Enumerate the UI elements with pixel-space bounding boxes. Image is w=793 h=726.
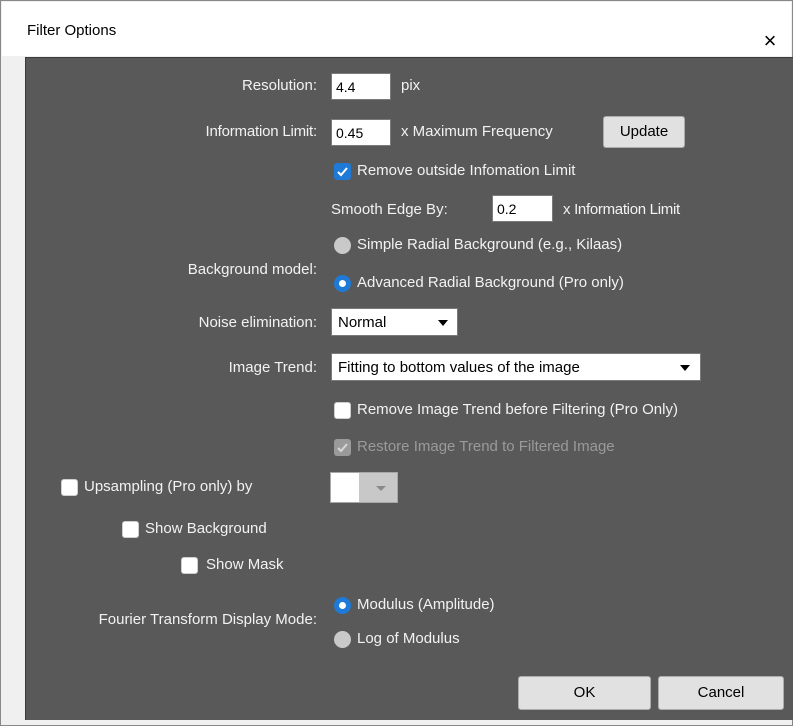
dialog-content: Resolution: 4.4 pix Information Limit: 0…	[25, 57, 793, 720]
smooth-edge-unit: x Information Limit	[563, 201, 680, 218]
modulus-radio[interactable]	[334, 597, 351, 614]
show-mask-label: Show Mask	[206, 556, 284, 573]
ok-button[interactable]: OK	[518, 676, 651, 710]
information-limit-label: Information Limit:	[205, 123, 318, 140]
fourier-mode-label: Fourier Transform Display Mode:	[98, 611, 317, 628]
restore-trend-checkbox[interactable]	[334, 439, 351, 456]
simple-radial-radio[interactable]	[334, 237, 351, 254]
chevron-down-icon	[376, 486, 386, 491]
smooth-edge-label: Smooth Edge By:	[331, 201, 448, 218]
remove-trend-checkbox[interactable]	[334, 402, 351, 419]
restore-trend-label: Restore Image Trend to Filtered Image	[357, 438, 615, 455]
upsampling-dropdown[interactable]	[330, 472, 398, 503]
noise-elimination-value: Normal	[338, 314, 387, 331]
modulus-label: Modulus (Amplitude)	[357, 596, 495, 613]
image-trend-label: Image Trend:	[228, 359, 317, 376]
dialog-title: Filter Options	[27, 22, 117, 39]
noise-elimination-dropdown[interactable]: Normal	[331, 308, 458, 336]
information-limit-input[interactable]: 0.45	[331, 119, 391, 146]
information-limit-unit: x Maximum Frequency	[401, 123, 553, 140]
simple-radial-label: Simple Radial Background (e.g., Kilaas)	[357, 236, 623, 253]
remove-outside-checkbox[interactable]	[334, 163, 351, 180]
resolution-label: Resolution:	[241, 77, 317, 94]
noise-elimination-label: Noise elimination:	[198, 314, 317, 331]
advanced-radial-label: Advanced Radial Background (Pro only)	[357, 274, 624, 291]
resolution-input[interactable]: 4.4	[331, 73, 391, 100]
remove-outside-label: Remove outside Infomation Limit	[357, 162, 576, 179]
smooth-edge-input[interactable]: 0.2	[492, 195, 553, 222]
cancel-button[interactable]: Cancel	[658, 676, 784, 710]
filter-options-dialog: Filter Options × Resolution: 4.4 pix Inf…	[0, 0, 793, 726]
resolution-unit: pix	[401, 77, 421, 94]
chevron-down-icon	[438, 320, 448, 326]
upsampling-label: Upsampling (Pro only) by	[84, 478, 253, 495]
update-button[interactable]: Update	[603, 116, 685, 148]
upsampling-checkbox[interactable]	[61, 479, 78, 496]
close-icon[interactable]: ×	[757, 28, 783, 54]
show-background-checkbox[interactable]	[122, 521, 139, 538]
show-mask-checkbox[interactable]	[181, 557, 198, 574]
title-bar: Filter Options ×	[2, 2, 791, 56]
image-trend-value: Fitting to bottom values of the image	[338, 359, 580, 376]
advanced-radial-radio[interactable]	[334, 275, 351, 292]
checkmark-icon	[337, 443, 348, 453]
chevron-down-icon	[680, 365, 690, 371]
checkmark-icon	[337, 167, 348, 177]
image-trend-dropdown[interactable]: Fitting to bottom values of the image	[331, 353, 701, 381]
background-model-label: Background model:	[187, 261, 317, 278]
log-modulus-radio[interactable]	[334, 631, 351, 648]
log-modulus-label: Log of Modulus	[357, 630, 460, 647]
show-background-label: Show Background	[145, 520, 267, 537]
remove-trend-label: Remove Image Trend before Filtering (Pro…	[357, 401, 678, 418]
